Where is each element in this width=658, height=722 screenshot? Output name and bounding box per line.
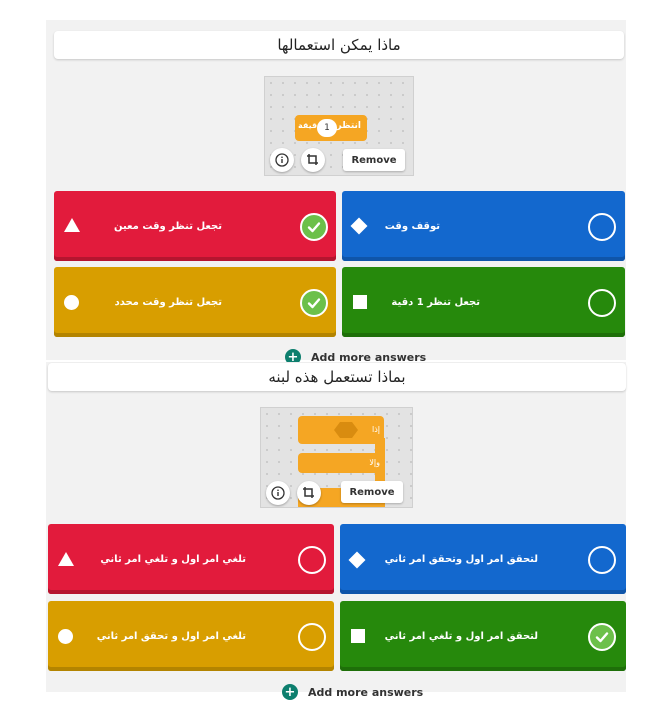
triangle-icon [64, 218, 80, 232]
answer-3[interactable]: تجعل تنظر وقت محدد [54, 267, 336, 337]
answer-3-text: تلغي امر اول و تحقق امر ثاني [96, 630, 246, 642]
answer-3-text: تجعل تنظر وقت محدد [114, 296, 222, 308]
question-image[interactable]: انتظر 1 دقيقة Remove [264, 76, 414, 176]
correct-answer-toggle-icon[interactable] [588, 213, 616, 241]
answer-1-text: تلغي امر اول و تلغي امر ثاني [100, 553, 246, 565]
correct-answer-toggle-icon[interactable] [588, 546, 616, 574]
add-more-answers-label: Add more answers [308, 685, 424, 699]
square-icon [353, 295, 367, 309]
add-more-answers-button[interactable]: + Add more answers [282, 684, 423, 700]
correct-answer-toggle-icon[interactable] [588, 289, 616, 317]
answer-4-text: تجعل تنظر 1 دقية [391, 296, 480, 308]
answer-2[interactable]: لتحقق امر اول وتحقق امر ثاني [340, 524, 626, 594]
diamond-icon [348, 551, 366, 569]
wait-block-label: انتظر [336, 121, 361, 131]
if-block-top: إذا [298, 416, 384, 444]
answer-3[interactable]: تلغي امر اول و تحقق امر ثاني [48, 601, 334, 671]
answer-2-text: لتحقق امر اول وتحقق امر ثاني [384, 553, 538, 565]
remove-image-button[interactable]: Remove [343, 149, 405, 171]
crop-icon[interactable] [297, 481, 321, 505]
question-title-input[interactable]: بماذا تستعمل هذه لبنه [48, 363, 626, 391]
answer-1[interactable]: تلغي امر اول و تلغي امر ثاني [48, 524, 334, 594]
answer-4[interactable]: لتحقق امر اول و تلغي امر ثاني [340, 601, 626, 671]
if-block-label: إذا [371, 425, 380, 434]
correct-answer-checkmark-icon[interactable] [300, 289, 328, 317]
square-icon [351, 629, 365, 643]
else-block-label: وإلا [369, 458, 380, 467]
condition-hexagon-icon [334, 422, 358, 438]
question-title: ماذا يمكن استعمالها [277, 36, 401, 54]
question-title-input[interactable]: ماذا يمكن استعمالها [54, 31, 624, 59]
else-block: وإلا [298, 453, 384, 473]
info-icon[interactable] [266, 481, 290, 505]
circle-icon [64, 295, 79, 310]
answer-4[interactable]: تجعل تنظر 1 دقية [342, 267, 625, 337]
wait-block: انتظر 1 دقيقة [295, 115, 367, 141]
question-title: بماذا تستعمل هذه لبنه [268, 368, 406, 386]
correct-answer-checkmark-icon[interactable] [300, 213, 328, 241]
triangle-icon [58, 552, 74, 566]
question-image[interactable]: إذا وإلا Remove [260, 407, 413, 508]
answer-1-text: تجعل تنظر وقت معين [113, 220, 222, 232]
answer-2[interactable]: توقف وقت [342, 191, 625, 261]
answer-2-text: توقف وقت [384, 220, 440, 232]
correct-answer-toggle-icon[interactable] [298, 623, 326, 651]
answer-1[interactable]: تجعل تنظر وقت معين [54, 191, 336, 261]
crop-icon[interactable] [301, 148, 325, 172]
correct-answer-checkmark-icon[interactable] [588, 623, 616, 651]
remove-image-button[interactable]: Remove [341, 481, 403, 503]
wait-block-unit: دقيقة [298, 121, 322, 130]
diamond-icon [350, 217, 368, 235]
circle-icon [58, 629, 73, 644]
plus-icon: + [282, 684, 298, 700]
answer-4-text: لتحقق امر اول و تلغي امر ثاني [384, 630, 538, 642]
info-icon[interactable] [270, 148, 294, 172]
correct-answer-toggle-icon[interactable] [298, 546, 326, 574]
